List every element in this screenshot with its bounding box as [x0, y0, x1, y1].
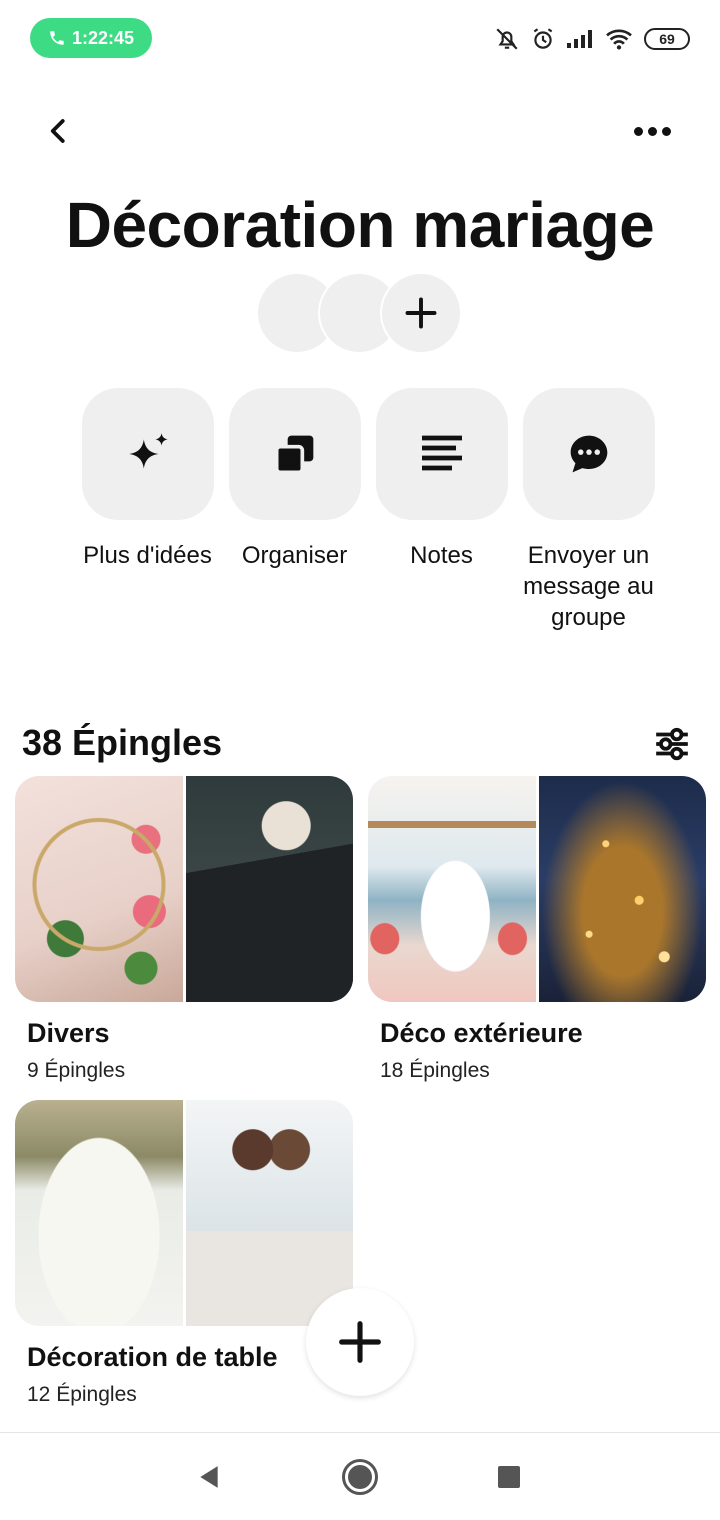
board-actions: Plus d'idées Organiser Notes Envoyer un … — [74, 388, 662, 633]
nav-recents-icon[interactable] — [498, 1466, 520, 1488]
pin-image — [185, 1100, 353, 1326]
sparkle-icon — [128, 433, 168, 469]
board-title: Décoration mariage — [65, 189, 655, 261]
action-more-ideas[interactable]: Plus d'idées — [74, 388, 221, 633]
wifi-icon — [606, 29, 632, 50]
filter-button[interactable] — [650, 722, 694, 766]
section-cover[interactable] — [368, 776, 706, 1002]
pin-image — [15, 776, 183, 1002]
action-label: Envoyer un message au groupe — [523, 542, 654, 631]
section-card[interactable]: Décoration de table 12 Épingles — [15, 1100, 353, 1407]
more-options-button[interactable] — [624, 108, 680, 154]
chat-bubble-icon — [570, 435, 607, 473]
filter-sliders-icon — [656, 727, 688, 761]
pins-count: 38 Épingles — [22, 722, 223, 763]
phone-icon — [50, 31, 64, 45]
section-cover[interactable] — [15, 1100, 353, 1326]
plus-icon — [405, 297, 437, 329]
mute-icon — [496, 28, 518, 50]
notes-button[interactable] — [375, 388, 508, 520]
call-timer: 1:22:45 — [71, 27, 135, 48]
pin-image — [15, 1100, 183, 1326]
more-ideas-button[interactable] — [81, 388, 214, 520]
section-pin-count: 18 Épingles — [380, 1059, 490, 1082]
section-card[interactable]: Divers 9 Épingles — [15, 776, 353, 1083]
group-message-button[interactable] — [522, 388, 655, 520]
notes-icon — [421, 435, 462, 471]
action-organize[interactable]: Organiser — [221, 388, 368, 633]
more-dot — [661, 126, 671, 136]
section-pin-count: 12 Épingles — [27, 1383, 137, 1406]
section-pin-count: 9 Épingles — [27, 1059, 126, 1082]
action-label: Notes — [410, 542, 473, 569]
section-card[interactable]: Déco extérieure 18 Épingles — [368, 776, 706, 1083]
section-name: Décoration de table — [27, 1342, 278, 1372]
action-group-message[interactable]: Envoyer un message au groupe — [515, 388, 662, 633]
pin-image — [185, 776, 353, 1002]
add-collaborator-button[interactable] — [380, 272, 462, 354]
nav-back-icon[interactable] — [196, 1464, 222, 1490]
plus-icon — [339, 1321, 381, 1363]
organize-icon — [274, 435, 313, 475]
chevron-left-icon — [50, 119, 65, 143]
action-notes[interactable]: Notes — [368, 388, 515, 633]
nav-home-icon[interactable] — [342, 1459, 378, 1495]
status-icons: 69 — [494, 24, 690, 54]
collaborators[interactable] — [256, 272, 464, 354]
section-name: Divers — [27, 1018, 110, 1048]
organize-button[interactable] — [228, 388, 361, 520]
signal-icon — [567, 30, 592, 48]
back-button[interactable] — [36, 108, 82, 154]
more-dot — [647, 126, 657, 136]
battery-icon: 69 — [644, 28, 690, 50]
section-cover[interactable] — [15, 776, 353, 1002]
section-name: Déco extérieure — [380, 1018, 583, 1048]
ongoing-call-pill[interactable]: 1:22:45 — [30, 18, 152, 58]
system-nav-bar — [0, 1432, 720, 1520]
nav-home-dot — [348, 1465, 372, 1489]
create-fab-button[interactable] — [306, 1288, 414, 1396]
more-horizontal-icon — [633, 126, 643, 136]
alarm-icon — [533, 28, 553, 49]
pin-image — [538, 776, 706, 1002]
action-label: Organiser — [241, 542, 348, 569]
battery-level: 69 — [659, 31, 675, 47]
pin-image — [368, 776, 536, 1002]
action-label: Plus d'idées — [83, 542, 212, 569]
